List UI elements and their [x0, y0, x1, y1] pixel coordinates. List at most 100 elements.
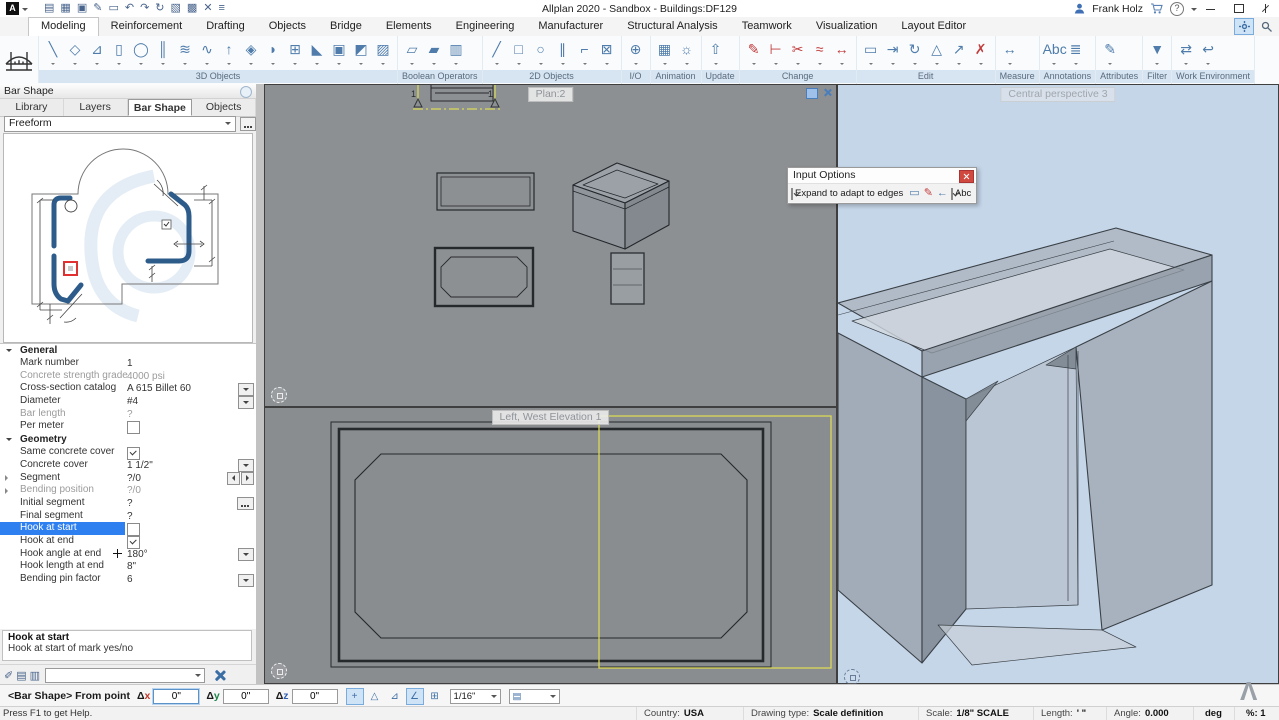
property-row-hook-angle-at-end[interactable]: Hook angle at end180° [0, 548, 256, 561]
viewport-maximize-icon[interactable] [806, 88, 818, 99]
render-icon[interactable]: ▦ [654, 37, 676, 69]
snap-distance-select[interactable]: 1/16" [450, 689, 501, 704]
union-icon[interactable]: ▱ [401, 37, 423, 69]
update-3d-icon[interactable]: ⇧ [705, 37, 727, 69]
property-row-concrete-cover[interactable]: Concrete cover1 1/2" [0, 459, 256, 472]
property-row-bending-position[interactable]: Bending position?/0 [0, 484, 256, 497]
delta-z-input[interactable] [292, 689, 338, 704]
property-row-bending-pin-factor[interactable]: Bending pin factor6 [0, 573, 256, 586]
grid-mode-select[interactable]: ▤ [509, 689, 560, 704]
palette-options-icon[interactable] [240, 86, 252, 98]
load-favorite-icon[interactable]: ▤ [16, 669, 26, 682]
save-favorite-icon[interactable]: ▥ [30, 669, 40, 682]
save-icon[interactable]: ▣ [77, 1, 87, 16]
label-list-icon[interactable]: ≣ [1065, 37, 1087, 69]
text-icon[interactable]: Abc [1043, 37, 1065, 69]
tools-cross-icon[interactable] [213, 669, 226, 682]
angle-snap-icon[interactable]: ⊿ [386, 688, 404, 705]
help-caret-icon[interactable] [1191, 8, 1197, 14]
reference-box-icon[interactable]: ⊞ [284, 37, 306, 69]
loft-icon[interactable]: ≋ [174, 37, 196, 69]
menu-tab-modeling[interactable]: Modeling [28, 17, 99, 36]
open-project-icon[interactable]: ▤ [44, 1, 54, 16]
property-row-diameter[interactable]: Diameter#4 [0, 395, 256, 408]
window-layout-icon[interactable]: ▩ [187, 1, 197, 16]
assign-attributes-icon[interactable]: ✎ [1099, 37, 1121, 69]
work-layout-icon[interactable]: ⇄ [1175, 37, 1197, 69]
menu-tab-teamwork[interactable]: Teamwork [730, 17, 804, 36]
property-section-geometry[interactable]: Geometry [0, 433, 256, 446]
viewport-close-icon[interactable] [822, 88, 832, 97]
scale-icon[interactable]: ↗ [948, 37, 970, 69]
minimize-button[interactable] [1198, 0, 1225, 17]
property-section-general[interactable]: General [0, 344, 256, 357]
sphere-icon[interactable]: ◯ [130, 37, 152, 69]
palette-tab-layers[interactable]: Layers [64, 99, 128, 116]
property-row-same-concrete-cover[interactable]: Same concrete cover [0, 446, 256, 459]
allplan-logo-icon[interactable]: A [6, 2, 19, 15]
undo-icon[interactable]: ↶ [125, 1, 134, 16]
line-2d-icon[interactable]: ╱ [486, 37, 508, 69]
solid-edit-icon[interactable]: ▣ [328, 37, 350, 69]
box-3d-icon[interactable]: ◇ [64, 37, 86, 69]
palette-tab-bar-shape[interactable]: Bar Shape [128, 99, 193, 116]
property-row-mark-number[interactable]: Mark number1 [0, 357, 256, 370]
spinner-left-button[interactable] [227, 472, 240, 485]
modify-icon[interactable]: ✎ [743, 37, 765, 69]
logo-menu-caret-icon[interactable] [22, 8, 28, 14]
spline-3d-icon[interactable]: ∿ [196, 37, 218, 69]
delete-segment-icon[interactable]: ⊠ [596, 37, 618, 69]
menu-tab-elements[interactable]: Elements [374, 17, 444, 36]
trim-icon[interactable]: ✂ [787, 37, 809, 69]
property-row-per-meter[interactable]: Per meter [0, 420, 256, 433]
shape-type-select[interactable]: Freeform [4, 116, 236, 132]
refresh-icon[interactable]: ↻ [155, 1, 164, 16]
viewport-label-elevation[interactable]: Left, West Elevation 1 [492, 410, 610, 425]
property-row-final-segment[interactable]: Final segment? [0, 510, 256, 523]
light-icon[interactable]: ☼ [676, 37, 698, 69]
subtract-icon[interactable]: ▰ [423, 37, 445, 69]
browse-button[interactable] [237, 497, 254, 510]
eyedropper-icon[interactable]: ✐ [4, 669, 13, 682]
drill-icon[interactable]: ▨ [372, 37, 394, 69]
redo-icon[interactable]: ↷ [140, 1, 149, 16]
adjust-curve-icon[interactable]: ≈ [809, 37, 831, 69]
rail-sweep-icon[interactable]: ║ [152, 37, 174, 69]
zoom-document-icon[interactable]: ▭ [108, 1, 118, 16]
viewport-label-plan[interactable]: Plan:2 [528, 87, 574, 102]
project-grid-icon[interactable]: ▦ [60, 1, 70, 16]
palette-tab-library[interactable]: Library [0, 99, 64, 116]
favorite-combo[interactable] [45, 668, 205, 683]
bridge-tool-icon[interactable] [0, 36, 39, 83]
shape-browse-button[interactable] [240, 117, 256, 131]
circle-icon[interactable]: ○ [530, 37, 552, 69]
property-row-hook-at-end[interactable]: Hook at end [0, 535, 256, 548]
property-row-concrete-strength-grade[interactable]: Concrete strength grade4000 psi [0, 370, 256, 383]
close-button[interactable] [1252, 0, 1279, 17]
copy-icon[interactable]: ▭ [860, 37, 882, 69]
render-image-icon[interactable]: ▧ [171, 1, 181, 16]
mirror-icon[interactable]: △ [926, 37, 948, 69]
property-row-hook-at-start[interactable]: Hook at start [0, 522, 256, 535]
property-row-initial-segment[interactable]: Initial segment? [0, 497, 256, 510]
customize-icon[interactable]: ≡ [219, 1, 225, 16]
measure-icon[interactable]: ↔ [999, 37, 1021, 69]
chamfer-3d-icon[interactable]: ◣ [306, 37, 328, 69]
fillet-3d-icon[interactable]: ◗ [262, 37, 284, 69]
help-icon[interactable]: ? [1170, 2, 1184, 16]
menu-tab-drafting[interactable]: Drafting [194, 17, 257, 36]
dialog-close-icon[interactable] [959, 170, 974, 183]
property-row-hook-length-at-end[interactable]: Hook length at end8" [0, 560, 256, 573]
navigation-compass-icon[interactable] [271, 387, 287, 403]
palette-tab-objects[interactable]: Objects [192, 99, 256, 116]
viewport-label-perspective[interactable]: Central perspective 3 [1000, 87, 1115, 102]
bar-shape-preview[interactable] [3, 133, 253, 343]
corner-tool-icon[interactable]: ⌐ [574, 37, 596, 69]
property-row-segment[interactable]: Segment?/0 [0, 472, 256, 485]
navigation-compass-icon[interactable] [844, 669, 860, 685]
extrude-icon[interactable]: ↑ [218, 37, 240, 69]
mesh-icon[interactable]: ◈ [240, 37, 262, 69]
delta-x-input[interactable] [153, 689, 199, 704]
settings-gear-icon[interactable] [1234, 18, 1254, 35]
edit-document-icon[interactable]: ✎ [93, 1, 102, 16]
